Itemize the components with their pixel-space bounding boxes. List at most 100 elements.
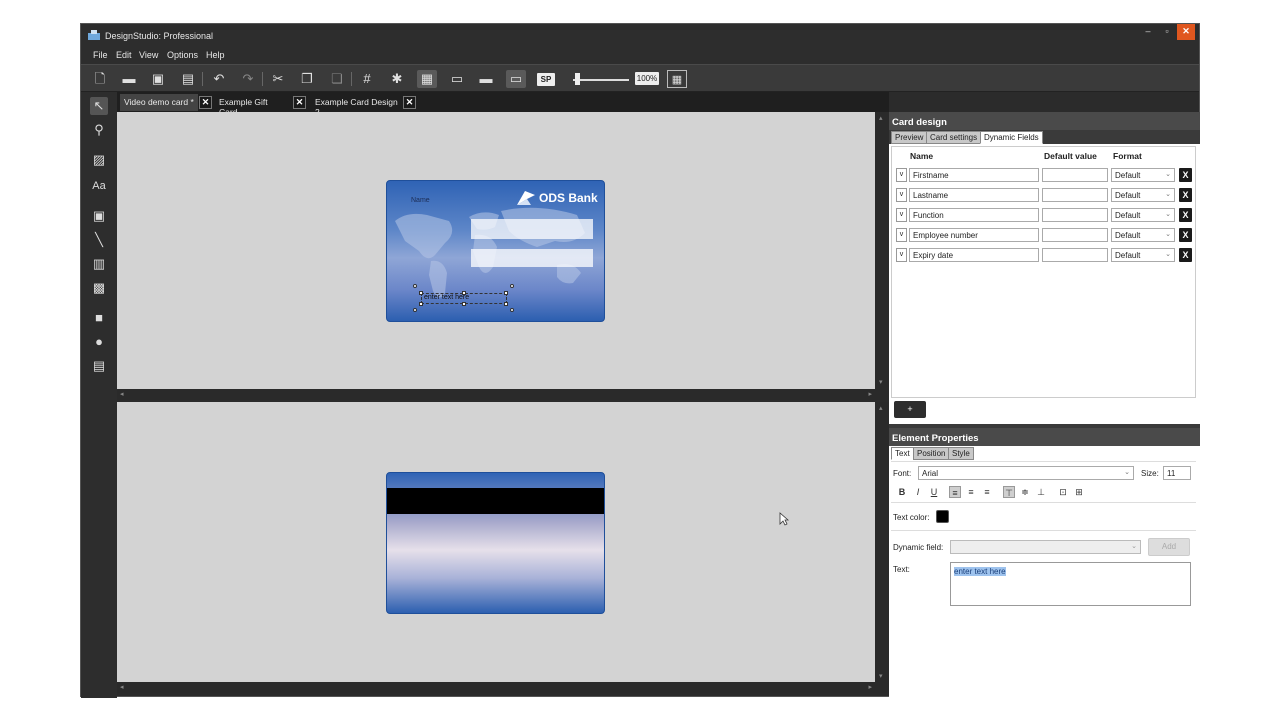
delete-field-button[interactable]: X bbox=[1179, 188, 1192, 202]
photo-tool-icon[interactable]: ▣ bbox=[90, 207, 108, 225]
italic-button[interactable]: I bbox=[912, 486, 924, 498]
text-content-input[interactable]: enter text here bbox=[950, 562, 1191, 606]
fit-text-icon[interactable]: ⊡ bbox=[1057, 486, 1069, 498]
menu-file[interactable]: File bbox=[93, 50, 108, 60]
rectangle-tool-icon[interactable]: ■ bbox=[90, 309, 108, 327]
front-canvas[interactable]: Name ODS Bank enter text here bbox=[117, 112, 889, 389]
underline-button[interactable]: U bbox=[928, 486, 940, 498]
redo-icon[interactable]: ↷ bbox=[238, 70, 258, 88]
move-down-button[interactable]: v bbox=[896, 188, 907, 202]
card-back[interactable] bbox=[386, 472, 605, 614]
default-value-input[interactable] bbox=[1042, 228, 1108, 242]
default-value-input[interactable] bbox=[1042, 188, 1108, 202]
resize-handle[interactable] bbox=[504, 302, 508, 306]
cut-icon[interactable]: ✂ bbox=[268, 70, 288, 88]
tab-dynamic-fields[interactable]: Dynamic Fields bbox=[980, 131, 1043, 144]
default-value-input[interactable] bbox=[1042, 248, 1108, 262]
add-dynamic-field-button[interactable]: Add bbox=[1148, 538, 1190, 556]
default-value-input[interactable] bbox=[1042, 208, 1108, 222]
pointer-tool-icon[interactable]: ↖ bbox=[90, 97, 108, 115]
maximize-button[interactable]: ▫ bbox=[1158, 24, 1176, 40]
front-vertical-scrollbar[interactable]: ▴ ▾ bbox=[875, 112, 889, 400]
ellipse-tool-icon[interactable]: ● bbox=[90, 333, 108, 351]
bold-button[interactable]: B bbox=[896, 486, 908, 498]
align-center-icon[interactable]: ≡ bbox=[965, 486, 977, 498]
field-name-input[interactable]: Lastname bbox=[909, 188, 1039, 202]
tab-card-settings[interactable]: Card settings bbox=[926, 131, 982, 144]
format-select[interactable]: Default ⌄ bbox=[1111, 188, 1175, 202]
resize-handle[interactable] bbox=[462, 302, 466, 306]
rotate-handle[interactable] bbox=[510, 284, 514, 288]
magstripe-tool-icon[interactable]: ▤ bbox=[90, 357, 108, 375]
menu-help[interactable]: Help bbox=[206, 50, 225, 60]
print-preview-icon[interactable]: ▦ bbox=[417, 70, 437, 88]
front-horizontal-scrollbar[interactable]: ◂ ▸ bbox=[117, 389, 875, 400]
delete-field-button[interactable]: X bbox=[1179, 208, 1192, 222]
resize-handle[interactable] bbox=[462, 291, 466, 295]
align-middle-icon[interactable]: ≑ bbox=[1019, 486, 1031, 498]
resize-handle[interactable] bbox=[419, 302, 423, 306]
delete-field-button[interactable]: X bbox=[1179, 228, 1192, 242]
tab-text[interactable]: Text bbox=[891, 447, 914, 460]
move-down-button[interactable]: v bbox=[896, 208, 907, 222]
field-name-input[interactable]: Firstname bbox=[909, 168, 1039, 182]
delete-field-button[interactable]: X bbox=[1179, 248, 1192, 262]
back-horizontal-scrollbar[interactable]: ◂ ▸ bbox=[117, 682, 875, 693]
menu-edit[interactable]: Edit bbox=[116, 50, 132, 60]
qrcode-tool-icon[interactable]: ▩ bbox=[90, 279, 108, 297]
default-value-input[interactable] bbox=[1042, 168, 1108, 182]
save-icon[interactable]: ▣ bbox=[148, 70, 168, 88]
move-down-button[interactable]: v bbox=[896, 228, 907, 242]
tab-example-gift-card[interactable]: Example Gift Card bbox=[215, 94, 291, 117]
move-down-button[interactable]: v bbox=[896, 248, 907, 262]
copy-icon[interactable]: ❐ bbox=[297, 70, 317, 88]
align-left-icon[interactable]: ≡ bbox=[949, 486, 961, 498]
rotate-handle[interactable] bbox=[413, 284, 417, 288]
line-tool-icon[interactable]: ╲ bbox=[90, 231, 108, 249]
align-right-icon[interactable]: ≡ bbox=[981, 486, 993, 498]
tab-video-demo-card[interactable]: Video demo card * bbox=[120, 94, 198, 111]
font-select[interactable]: Arial ⌄ bbox=[918, 466, 1134, 480]
size-input[interactable]: 11 bbox=[1163, 466, 1191, 480]
text-tool-icon[interactable]: Aa bbox=[90, 177, 108, 195]
gear-icon[interactable]: ✱ bbox=[387, 70, 407, 88]
paste-icon[interactable]: ❏ bbox=[327, 70, 347, 88]
rotate-handle[interactable] bbox=[413, 308, 417, 312]
field-name-input[interactable]: Function bbox=[909, 208, 1039, 222]
delete-field-button[interactable]: X bbox=[1179, 168, 1192, 182]
tab-style[interactable]: Style bbox=[948, 447, 974, 460]
save-as-icon[interactable]: ▤ bbox=[178, 70, 198, 88]
align-top-icon[interactable]: ⊤ bbox=[1003, 486, 1015, 498]
sp-button[interactable]: SP bbox=[537, 73, 555, 86]
resize-handle[interactable] bbox=[504, 291, 508, 295]
card-properties-icon[interactable]: ▦ bbox=[667, 70, 687, 88]
close-tab-icon[interactable]: ✕ bbox=[293, 96, 306, 109]
format-select[interactable]: Default ⌄ bbox=[1111, 208, 1175, 222]
minimize-button[interactable]: – bbox=[1139, 24, 1157, 40]
add-field-button[interactable]: + bbox=[894, 401, 926, 418]
close-tab-icon[interactable]: ✕ bbox=[199, 96, 212, 109]
rotate-handle[interactable] bbox=[510, 308, 514, 312]
open-folder-icon[interactable]: ▬ bbox=[119, 70, 139, 88]
card-layout-icon[interactable]: ▭ bbox=[447, 70, 467, 88]
close-tab-icon[interactable]: ✕ bbox=[403, 96, 416, 109]
format-select[interactable]: Default ⌄ bbox=[1111, 248, 1175, 262]
close-window-button[interactable]: ✕ bbox=[1177, 24, 1195, 40]
zoom-tool-icon[interactable]: ⚲ bbox=[90, 121, 108, 139]
dynamic-field-select[interactable]: ⌄ bbox=[950, 540, 1141, 554]
tab-example-card-design-2[interactable]: Example Card Design 2 bbox=[311, 94, 403, 117]
grid-icon[interactable]: # bbox=[357, 70, 377, 88]
card-view-icon[interactable]: ▭ bbox=[506, 70, 526, 88]
tab-position[interactable]: Position bbox=[913, 447, 950, 460]
back-vertical-scrollbar[interactable]: ▴ ▾ bbox=[875, 402, 889, 693]
magstripe-icon[interactable]: ▬ bbox=[476, 70, 496, 88]
format-select[interactable]: Default ⌄ bbox=[1111, 168, 1175, 182]
field-name-input[interactable]: Expiry date bbox=[909, 248, 1039, 262]
tab-preview[interactable]: Preview bbox=[891, 131, 928, 144]
image-tool-icon[interactable]: ▨ bbox=[90, 151, 108, 169]
auto-size-icon[interactable]: ⊞ bbox=[1073, 486, 1085, 498]
back-canvas[interactable] bbox=[117, 402, 889, 682]
zoom-slider-track[interactable] bbox=[573, 79, 629, 81]
field-name-input[interactable]: Employee number bbox=[909, 228, 1039, 242]
card-front[interactable]: Name ODS Bank enter text here bbox=[386, 180, 605, 322]
